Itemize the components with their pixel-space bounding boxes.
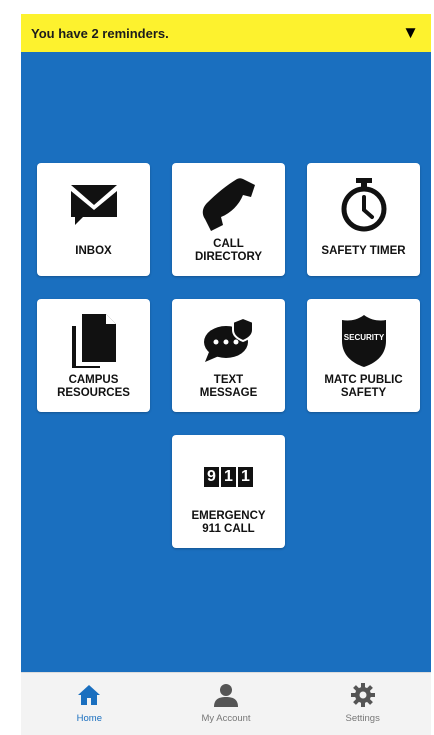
documents-icon [37, 313, 150, 369]
gear-icon [350, 681, 376, 709]
emergency-911-label: EMERGENCY 911 CALL [191, 510, 266, 535]
app-screen: You have 2 reminders. ▼ INBOX CALL DIREC… [21, 14, 431, 735]
emergency-911-tile[interactable]: 9 1 1 EMERGENCY 911 CALL [172, 435, 285, 548]
call-directory-label: CALL DIRECTORY [194, 238, 263, 263]
text-message-tile[interactable]: TEXT MESSAGE [172, 299, 285, 412]
chat-bubble-icon [172, 313, 285, 369]
safety-timer-tile[interactable]: SAFETY TIMER [307, 163, 420, 276]
inbox-label: INBOX [75, 244, 112, 257]
campus-resources-tile[interactable]: CAMPUS RESOURCES [37, 299, 150, 412]
text-message-label: TEXT MESSAGE [199, 374, 258, 399]
home-icon [76, 681, 102, 709]
security-shield-icon: SECURITY [307, 313, 420, 369]
matc-public-safety-label: MATC PUBLIC SAFETY [324, 374, 403, 399]
911-digit: 1 [238, 467, 253, 487]
tab-my-account[interactable]: My Account [158, 673, 295, 735]
phone-icon [172, 177, 285, 233]
safety-timer-label: SAFETY TIMER [321, 244, 406, 257]
stopwatch-icon [307, 177, 420, 233]
reminder-text: You have 2 reminders. [31, 25, 169, 41]
tab-settings[interactable]: Settings [294, 673, 431, 735]
user-icon [213, 681, 239, 709]
shield-text: SECURITY [343, 333, 384, 342]
tab-home-label: Home [76, 713, 102, 724]
call-directory-tile[interactable]: CALL DIRECTORY [172, 163, 285, 276]
campus-resources-label: CAMPUS RESOURCES [57, 374, 130, 399]
envelope-icon [37, 177, 150, 233]
tab-my-account-label: My Account [201, 713, 251, 724]
matc-public-safety-tile[interactable]: SECURITY MATC PUBLIC SAFETY [307, 299, 420, 412]
911-digit: 9 [204, 467, 219, 487]
tab-home[interactable]: Home [21, 673, 158, 735]
bottom-tab-bar: Home My Account Settings [21, 672, 431, 735]
tab-settings-label: Settings [345, 713, 380, 724]
911-digit: 1 [221, 467, 236, 487]
reminder-banner[interactable]: You have 2 reminders. ▼ [21, 14, 431, 52]
chevron-down-icon[interactable]: ▼ [402, 23, 419, 43]
inbox-tile[interactable]: INBOX [37, 163, 150, 276]
911-icon: 9 1 1 [172, 449, 285, 505]
